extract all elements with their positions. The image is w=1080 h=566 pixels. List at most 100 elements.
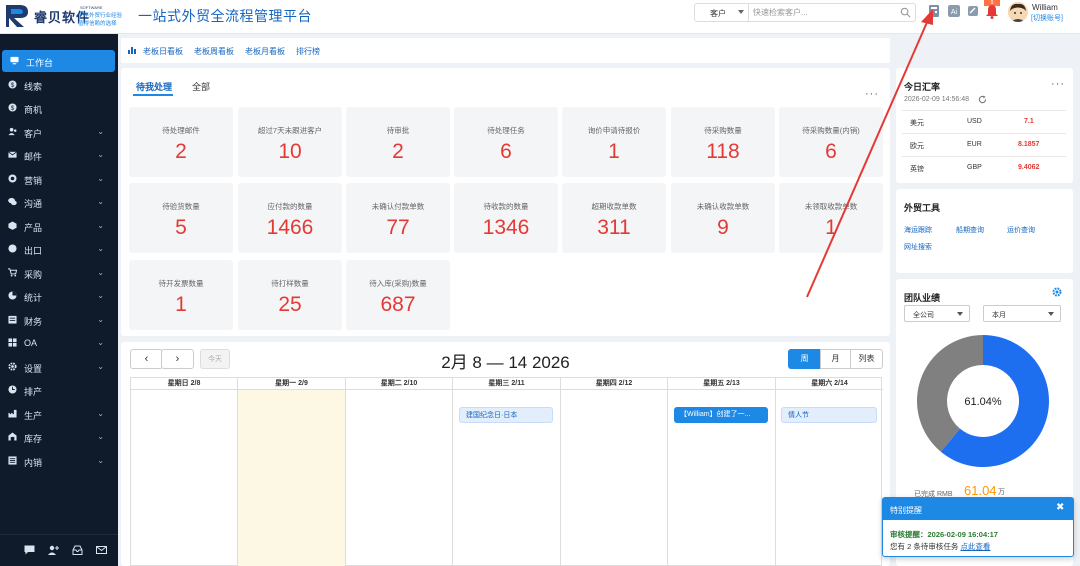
- stat-card[interactable]: 待采购数量(内销) 6: [779, 107, 883, 177]
- reminder-view-link[interactable]: 点此查看: [960, 542, 990, 551]
- tab-my-pending[interactable]: 待我处理: [136, 80, 172, 93]
- more-options-icon[interactable]: ···: [865, 88, 879, 100]
- view-month-button[interactable]: 月: [820, 349, 851, 369]
- stat-card[interactable]: 询价申请待报价 1: [562, 107, 666, 177]
- calendar-next-button[interactable]: ›: [161, 349, 194, 369]
- svg-text:$: $: [11, 82, 15, 89]
- message-icon[interactable]: [24, 545, 35, 555]
- avatar[interactable]: [1008, 2, 1028, 22]
- company-logo[interactable]: 睿贝软件 SOFTWARE 十年外贸行业经验 值得信赖的选择: [2, 2, 122, 32]
- day-cell[interactable]: [131, 390, 238, 566]
- caret-down-icon: [1048, 312, 1054, 316]
- sidebar-item-mail[interactable]: 邮件 ⌄: [0, 144, 118, 166]
- view-list-button[interactable]: 列表: [850, 349, 883, 369]
- stat-value: 25: [278, 293, 302, 316]
- sidebar-item-workbench[interactable]: 工作台: [2, 50, 115, 72]
- stat-card[interactable]: 待入库(采购)数量 687: [346, 260, 450, 330]
- stat-card[interactable]: 超过7天未跟进客户 10: [238, 107, 342, 177]
- day-header: 星期四 2/12: [561, 378, 668, 390]
- stat-card[interactable]: 待验货数量 5: [129, 183, 233, 253]
- stat-value: 2: [392, 140, 404, 163]
- sidebar-item-statistics[interactable]: 统计 ⌄: [0, 285, 118, 307]
- search-type-select[interactable]: 客户: [695, 4, 749, 21]
- tool-link-web-search[interactable]: 网址搜索: [904, 242, 932, 252]
- sidebar-item-customers[interactable]: 客户 ⌄: [0, 121, 118, 143]
- refresh-icon[interactable]: [978, 95, 987, 104]
- stat-card[interactable]: 未确认收款单数 9: [671, 183, 775, 253]
- sidebar-item-leads[interactable]: $ 线索: [0, 74, 118, 96]
- calendar-prev-button[interactable]: ‹: [130, 349, 163, 369]
- day-cell[interactable]: [561, 390, 668, 566]
- sidebar-item-purchase[interactable]: 采购 ⌄: [0, 262, 118, 284]
- tool-link-freight-query[interactable]: 运价查询: [1007, 225, 1035, 235]
- sidebar-item-export[interactable]: 出口 ⌄: [0, 238, 118, 260]
- inbox-icon[interactable]: [72, 545, 83, 555]
- switch-account-link[interactable]: [切换账号]: [1031, 13, 1063, 23]
- sidebar-item-label: 财务: [24, 317, 43, 327]
- sidebar-item-domestic-sales[interactable]: 内销 ⌄: [0, 450, 118, 472]
- sidebar-item-settings[interactable]: 设置 ⌄: [0, 356, 118, 378]
- sidebar-item-inventory[interactable]: 库存 ⌄: [0, 426, 118, 448]
- calendar-event[interactable]: 建国纪念日·日本: [459, 407, 553, 423]
- gear-icon[interactable]: [1052, 287, 1062, 297]
- search-icon[interactable]: [900, 7, 911, 18]
- link-boss-monthly[interactable]: 老板月看板: [245, 46, 285, 57]
- stat-label: 待开发票数量: [158, 279, 204, 288]
- tool-link-schedule-query[interactable]: 船期查询: [956, 225, 984, 235]
- calendar-event[interactable]: 情人节: [781, 407, 877, 423]
- completed-value: 61.04: [964, 483, 997, 498]
- stat-card[interactable]: 待审批 2: [346, 107, 450, 177]
- sidebar-item-scheduling[interactable]: 排产: [0, 379, 118, 401]
- panel-title: 今日汇率: [904, 82, 941, 92]
- sidebar-item-production[interactable]: 生产 ⌄: [0, 403, 118, 425]
- stat-card[interactable]: 未确认付款单数 77: [346, 183, 450, 253]
- link-boss-daily[interactable]: 老板日看板: [143, 46, 183, 57]
- day-cell-today[interactable]: [238, 390, 346, 566]
- sidebar-item-marketing[interactable]: 营销 ⌄: [0, 168, 118, 190]
- view-week-button[interactable]: 周: [788, 349, 821, 369]
- sidebar-item-finance[interactable]: 财务 ⌄: [0, 309, 118, 331]
- add-user-icon[interactable]: [48, 545, 59, 555]
- stat-card[interactable]: 待处理邮件 2: [129, 107, 233, 177]
- currency-rate: 8.1857: [1018, 141, 1040, 148]
- stat-card[interactable]: 超期收款单数 311: [562, 183, 666, 253]
- stat-card[interactable]: 未领取收款单数 1: [779, 183, 883, 253]
- chevron-down-icon: ⌄: [97, 409, 104, 418]
- stat-card[interactable]: 待打样数量 25: [238, 260, 342, 330]
- stat-card[interactable]: 应付款的数量 1466: [238, 183, 342, 253]
- calendar-event[interactable]: 【William】创建了一...: [674, 407, 768, 423]
- sidebar-item-label: 客户: [24, 129, 43, 139]
- day-cell[interactable]: [346, 390, 453, 566]
- stat-card[interactable]: 待收款的数量 1346: [454, 183, 558, 253]
- stat-card[interactable]: 待开发票数量 1: [129, 260, 233, 330]
- calculator-icon[interactable]: [928, 5, 940, 17]
- chat-icon: [8, 197, 17, 206]
- stat-value: 2: [175, 140, 187, 163]
- sidebar-item-opportunities[interactable]: $ 商机: [0, 97, 118, 119]
- period-select[interactable]: 本月: [983, 305, 1061, 322]
- sidebar-item-communication[interactable]: 沟通 ⌄: [0, 191, 118, 213]
- chevron-down-icon: ⌄: [97, 221, 104, 230]
- calendar-today-button[interactable]: 今天: [200, 349, 230, 369]
- donut-slice-remaining[interactable]: [917, 335, 983, 452]
- close-icon[interactable]: ✖: [1056, 502, 1064, 513]
- more-options-icon[interactable]: ···: [1051, 78, 1065, 90]
- tool-link-shipping-tracking[interactable]: 海运跟踪: [904, 225, 932, 235]
- link-ranking[interactable]: 排行榜: [296, 46, 320, 57]
- stat-card[interactable]: 待处理任务 6: [454, 107, 558, 177]
- bell-icon[interactable]: [985, 3, 999, 19]
- rate-row: 英镑 GBP 9.4062: [902, 156, 1066, 178]
- notes-icon[interactable]: [967, 5, 979, 17]
- stat-card[interactable]: 待采购数量 118: [671, 107, 775, 177]
- link-boss-weekly[interactable]: 老板周看板: [194, 46, 234, 57]
- top-header: 睿贝软件 SOFTWARE 十年外贸行业经验 值得信赖的选择 一站式外贸全流程管…: [0, 0, 1080, 34]
- scope-select[interactable]: 全公司: [904, 305, 970, 322]
- special-reminder-popup: 特别提醒 ✖ 审核提醒：2026-02-09 16:04:17 您有 2 条待审…: [882, 497, 1074, 557]
- sidebar-item-products[interactable]: 产品 ⌄: [0, 215, 118, 237]
- search-input[interactable]: [753, 5, 893, 20]
- tab-all[interactable]: 全部: [192, 80, 210, 93]
- envelope-icon[interactable]: [96, 545, 107, 555]
- ai-icon[interactable]: Ai: [948, 5, 960, 17]
- day-header: 星期一 2/9: [238, 378, 346, 390]
- sidebar-item-oa[interactable]: OA ⌄: [0, 332, 118, 354]
